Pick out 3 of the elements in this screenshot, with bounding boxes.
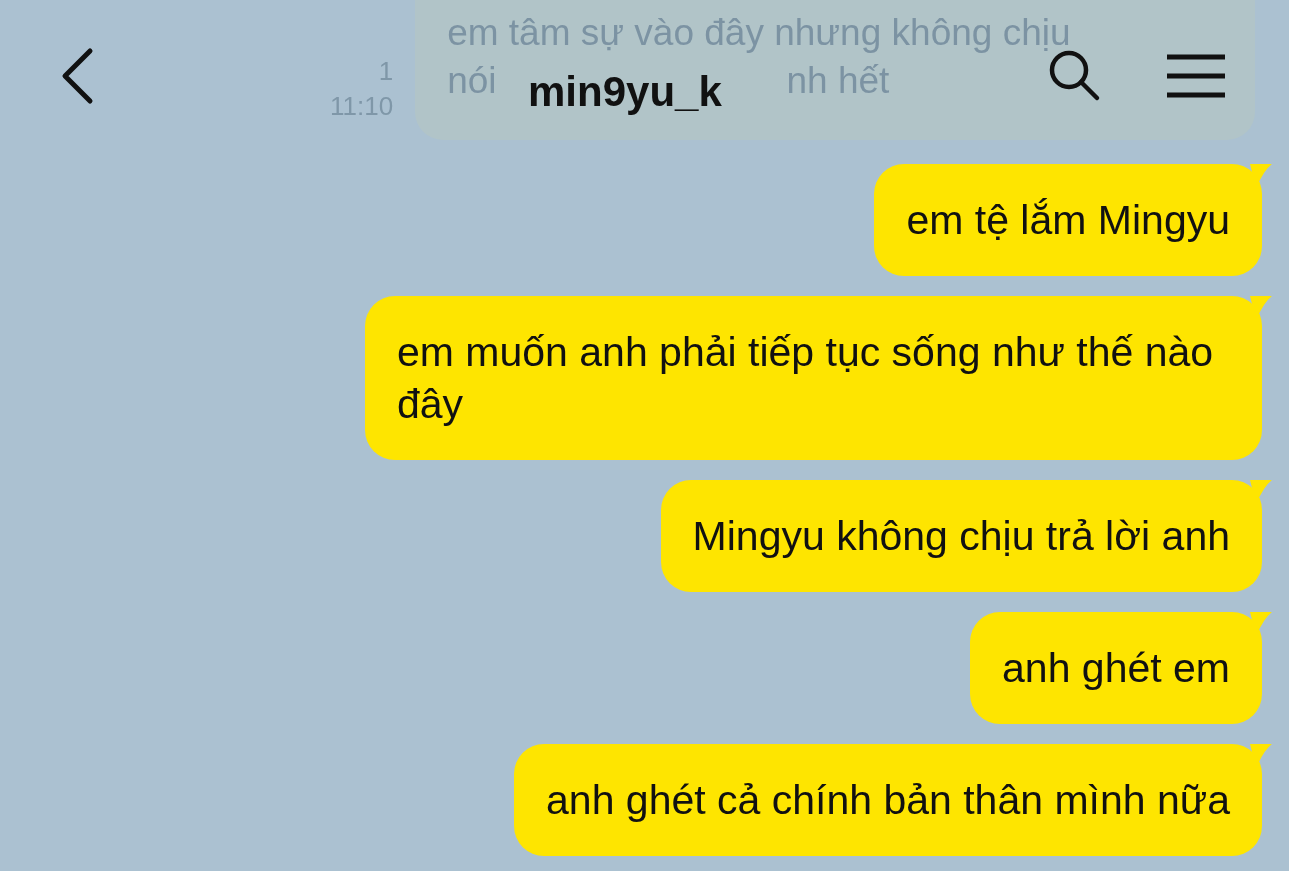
chat-title: min9yu_k <box>528 68 722 116</box>
back-button[interactable] <box>60 47 94 105</box>
menu-button[interactable] <box>1165 53 1227 99</box>
